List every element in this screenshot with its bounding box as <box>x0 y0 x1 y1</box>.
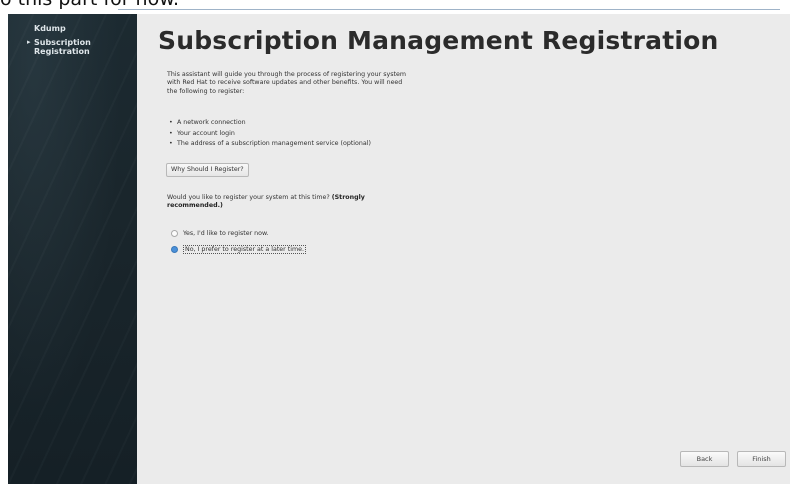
bullet-icon: • <box>169 129 173 137</box>
register-now-label[interactable]: Yes, I'd like to register now. <box>183 230 269 237</box>
why-register-button[interactable]: Why Should I Register? <box>166 163 249 177</box>
sidebar-item-label: Subscription Registration <box>34 38 91 56</box>
sidebar: Kdump ▸ Subscription Registration <box>8 14 137 484</box>
radio-unselected-icon[interactable] <box>171 229 178 237</box>
radio-selected-icon[interactable] <box>171 245 178 253</box>
background-caption-text: o this part for now. <box>0 0 179 12</box>
requirements-list: • A network connection • Your account logi… <box>167 118 371 150</box>
register-now-option[interactable]: Yes, I'd like to register now. <box>171 228 269 238</box>
list-item: • A network connection <box>167 118 371 129</box>
list-item: • The address of a subscription managemen… <box>167 139 371 150</box>
question-text: Would you like to register your system a… <box>167 194 330 201</box>
register-question: Would you like to register your system a… <box>167 194 367 211</box>
main-content: Subscription Management Registration Thi… <box>137 14 790 484</box>
bullet-icon: • <box>169 119 173 126</box>
back-button[interactable]: Back <box>680 451 729 467</box>
register-later-option[interactable]: No, I prefer to register at a later time… <box>171 244 306 254</box>
list-item: • Your account login <box>167 129 371 140</box>
background-divider <box>118 9 780 10</box>
sidebar-item-subscription-registration[interactable]: ▸ Subscription Registration <box>22 38 134 56</box>
firstboot-window: Kdump ▸ Subscription Registration Subscr… <box>8 14 790 484</box>
sidebar-nav: Kdump ▸ Subscription Registration <box>22 24 134 61</box>
page-title: Subscription Management Registration <box>158 26 719 55</box>
current-step-arrow-icon: ▸ <box>27 38 31 46</box>
register-later-label[interactable]: No, I prefer to register at a later time… <box>183 244 306 254</box>
sidebar-item-kdump[interactable]: Kdump <box>22 24 134 33</box>
intro-text: This assistant will guide you through th… <box>167 71 406 95</box>
bullet-icon: • <box>169 140 173 147</box>
sidebar-item-label: Kdump <box>34 24 66 33</box>
finish-button[interactable]: Finish <box>737 451 786 467</box>
